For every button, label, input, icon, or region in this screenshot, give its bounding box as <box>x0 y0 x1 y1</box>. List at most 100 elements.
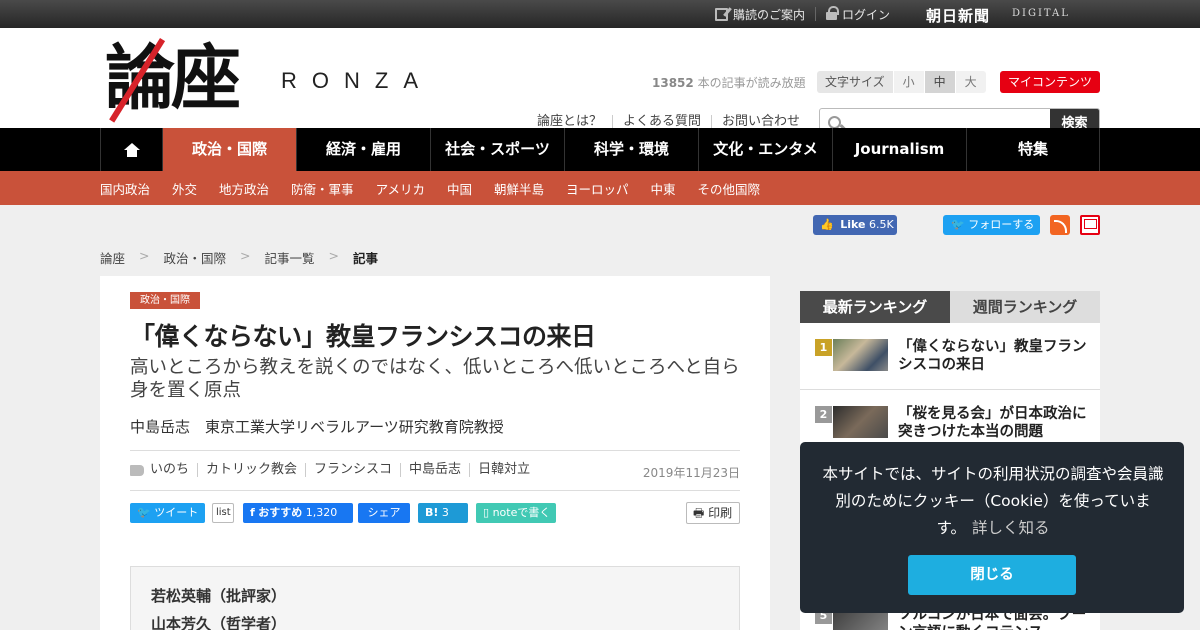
home-icon <box>124 143 140 157</box>
twitter-follow-label: フォローする <box>968 218 1035 231</box>
contact-link[interactable]: お問い合わせ <box>711 115 810 129</box>
login-link[interactable]: ログイン <box>814 6 900 22</box>
nav-journalism[interactable]: Journalism <box>832 128 966 171</box>
publish-date: 2019年11月23日 <box>642 466 740 480</box>
breadcrumb-list[interactable]: 記事一覧 <box>265 248 315 267</box>
rank-number: 2 <box>815 406 832 423</box>
ranking-thumbnail <box>833 339 888 371</box>
subnav-item[interactable]: 中国 <box>447 179 472 198</box>
article-author: 中島岳志 東京工業大学リベラルアーツ研究教育院教授 <box>130 418 504 436</box>
twitter-bird-icon: 🐦 <box>137 506 151 519</box>
top-links: 購読のご案内 ログイン <box>705 0 900 28</box>
cookie-banner: 本サイトでは、サイトの利用状況の調査や会員識別のためにクッキー（Cookie）を… <box>800 442 1184 613</box>
fb-like-count: 6.5K <box>868 218 894 231</box>
main-nav: 政治・国際 経済・雇用 社会・スポーツ 科学・環境 文化・エンタメ Journa… <box>0 128 1200 171</box>
nav-economy[interactable]: 経済・雇用 <box>296 128 430 171</box>
subnav-item[interactable]: ヨーロッパ <box>566 179 629 198</box>
ronza-logo[interactable]: 論座 RONZA <box>105 32 445 124</box>
subnav-item[interactable]: アメリカ <box>376 179 425 198</box>
font-size-medium[interactable]: 中 <box>923 71 955 93</box>
share-bar: 🐦 ツイート list f おすすめ 1,320 シェア B! 3 ▯ note… <box>130 502 740 524</box>
top-bar: 購読のご案内 ログイン 朝日新聞 DIGITAL <box>0 0 1200 28</box>
subnav-item[interactable]: 地方政治 <box>219 179 269 198</box>
font-size-small[interactable]: 小 <box>892 71 924 93</box>
tag-link[interactable]: カトリック教会 <box>197 463 305 477</box>
thumbs-up-icon: 👍 <box>820 218 834 231</box>
header-links: 論座とは？ よくある質問 お問い合わせ <box>537 115 810 129</box>
nav-society[interactable]: 社会・スポーツ <box>430 128 564 171</box>
hatena-bookmark-button[interactable]: B! 3 <box>418 503 468 523</box>
tag-link[interactable]: いのち <box>150 463 197 477</box>
subnav-item[interactable]: 朝鮮半島 <box>494 179 544 198</box>
font-size-label: 文字サイズ <box>817 71 893 93</box>
logo-kanji: 論座 <box>105 36 241 119</box>
ranking-title: 「偉くならない」教皇フランシスコの来日 <box>898 339 1087 373</box>
rss-icon[interactable] <box>1050 215 1070 235</box>
fb-recommend-count: 1,320 <box>305 506 338 519</box>
tag-icon <box>130 465 144 476</box>
tweet-button[interactable]: 🐦 ツイート <box>130 503 205 523</box>
my-contents-button[interactable]: マイコンテンツ <box>1000 71 1100 93</box>
breadcrumb: 論座 > 政治・国際 > 記事一覧 > 記事 <box>100 248 392 267</box>
facebook-like-button[interactable]: 👍 Like 6.5K <box>813 215 897 235</box>
mail-icon[interactable] <box>1080 215 1100 235</box>
fb-like-label: Like <box>840 218 866 231</box>
category-badge[interactable]: 政治・国際 <box>130 292 200 309</box>
subnav-item[interactable]: その他国際 <box>698 179 761 198</box>
font-size-switcher: 文字サイズ 小 中 大 <box>817 71 986 93</box>
tweet-label: ツイート <box>154 506 199 519</box>
breadcrumb-separator: > <box>328 248 339 263</box>
asahi-digital-logo[interactable]: 朝日新聞 DIGITAL <box>926 0 1086 28</box>
tag-link[interactable]: 中島岳志 <box>400 463 469 477</box>
nav-politics[interactable]: 政治・国際 <box>162 128 296 171</box>
breadcrumb-current: 記事 <box>353 251 379 266</box>
tab-latest-ranking[interactable]: 最新ランキング <box>800 291 950 323</box>
about-link[interactable]: 論座とは？ <box>537 115 612 129</box>
fb-recommend-label: おすすめ <box>258 506 303 519</box>
subscribe-label: 購読のご案内 <box>732 7 805 22</box>
ranking-title: 「桜を見る会」が日本政治に突きつけた本当の問題 <box>898 406 1087 440</box>
site-header: 論座 RONZA 13852 本の記事が読み放題 文字サイズ 小 中 大 マイコ… <box>0 28 1200 139</box>
facebook-share-button[interactable]: シェア <box>358 503 410 523</box>
nav-special[interactable]: 特集 <box>966 128 1100 171</box>
article-card: 政治・国際 「偉くならない」教皇フランシスコの来日 高いところから教えを説くので… <box>100 276 770 630</box>
related-author[interactable]: 山本芳久（哲学者） <box>151 613 286 630</box>
print-button[interactable]: 🖶 印刷 <box>686 502 740 524</box>
note-button[interactable]: ▯ noteで書く <box>476 503 556 523</box>
article-count-suffix: 本の記事が読み放題 <box>693 76 806 90</box>
cookie-more-link[interactable]: 詳しく知る <box>972 519 1050 537</box>
subscribe-link[interactable]: 購読のご案内 <box>705 7 815 22</box>
sub-nav: 国内政治 外交 地方政治 防衛・軍事 アメリカ 中国 朝鮮半島 ヨーロッパ 中東… <box>0 171 1200 205</box>
nav-home[interactable] <box>100 128 162 171</box>
ranking-thumbnail <box>833 406 888 438</box>
tab-weekly-ranking[interactable]: 週間ランキング <box>950 291 1100 323</box>
related-author[interactable]: 若松英輔（批評家） <box>151 585 286 606</box>
nav-culture[interactable]: 文化・エンタメ <box>698 128 832 171</box>
subnav-item[interactable]: 中東 <box>651 179 676 198</box>
tag-link[interactable]: 日韓対立 <box>469 463 538 477</box>
printer-icon: 🖶 <box>693 506 705 520</box>
cookie-close-button[interactable]: 閉じる <box>908 555 1076 595</box>
faq-link[interactable]: よくある質問 <box>612 115 711 129</box>
list-button[interactable]: list <box>212 503 234 523</box>
subnav-item[interactable]: 防衛・軍事 <box>291 179 354 198</box>
twitter-bird-icon: 🐦 <box>951 218 965 231</box>
breadcrumb-home[interactable]: 論座 <box>100 248 125 267</box>
twitter-follow-button[interactable]: 🐦 フォローする <box>943 215 1040 235</box>
edit-icon <box>714 7 728 21</box>
nav-science[interactable]: 科学・環境 <box>564 128 698 171</box>
asahi-brand: 朝日新聞 <box>926 7 991 25</box>
breadcrumb-separator: > <box>139 248 150 263</box>
article-counter: 13852 本の記事が読み放題 <box>652 74 806 91</box>
ranking-item[interactable]: 1 「偉くならない」教皇フランシスコの来日 <box>800 323 1100 390</box>
subnav-item[interactable]: 外交 <box>172 179 197 198</box>
note-icon: ▯ <box>483 506 490 519</box>
breadcrumb-category[interactable]: 政治・国際 <box>164 248 227 267</box>
font-size-large[interactable]: 大 <box>954 71 986 93</box>
print-label: 印刷 <box>708 506 733 520</box>
tag-link[interactable]: フランシスコ <box>305 463 400 477</box>
subnav-item[interactable]: 国内政治 <box>100 179 150 198</box>
facebook-recommend-button[interactable]: f おすすめ 1,320 <box>243 503 353 523</box>
breadcrumb-separator: > <box>240 248 251 263</box>
login-label: ログイン <box>841 7 890 22</box>
